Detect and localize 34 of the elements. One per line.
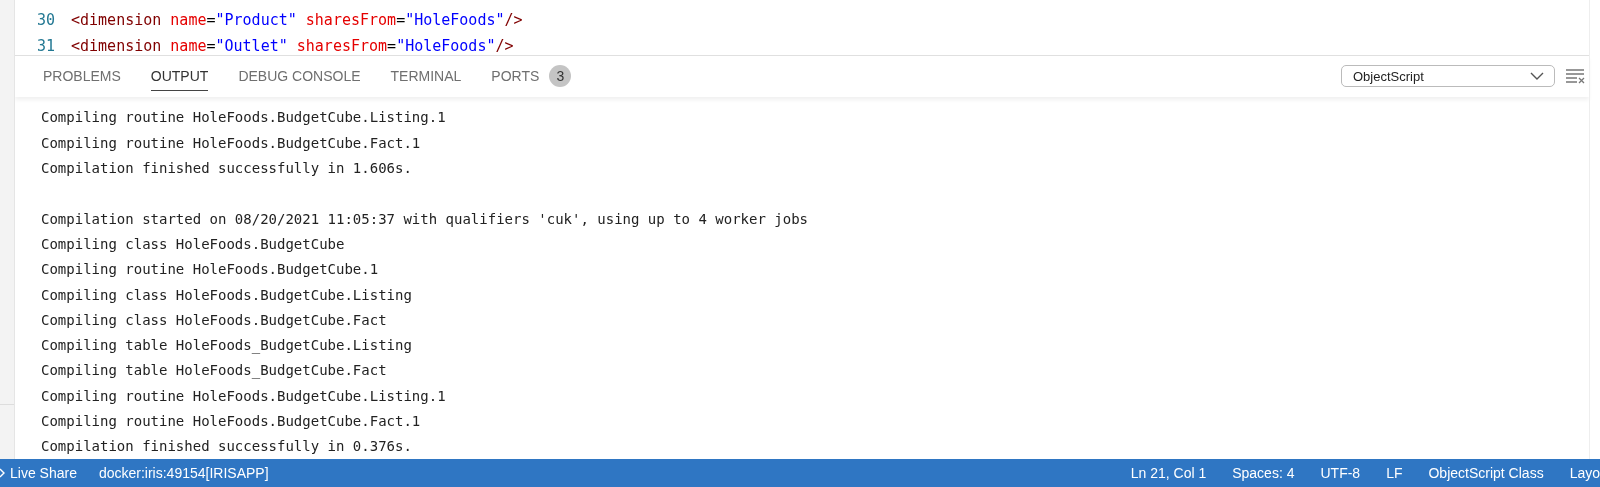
line-number: 31 [35,37,55,55]
output-line: Compilation finished successfully in 0.376s. [41,438,412,455]
code-line: <dimension name="Product" sharesFrom="HoleFoods"/> [71,11,523,29]
count-badge: 3 [549,65,572,88]
clear-output-icon[interactable] [1565,68,1585,85]
output-line: Compiling table HoleFoods_BudgetCube.Fact [41,362,387,379]
code-line: <dimension name="Outlet" sharesFrom="HoleFoods"/> [71,37,514,55]
chevron-down-icon [1530,72,1544,81]
output-line: Compiling routine HoleFoods.BudgetCube.Listing.1 [41,387,446,404]
status-item[interactable]: UTF-8 [1320,465,1361,481]
status-item[interactable]: docker:iris:49154[IRISAPP] [98,465,269,481]
panel-tab[interactable]: PROBLEMS [43,61,121,91]
output-line: Compiling routine HoleFoods.BudgetCube.Fact.1 [41,413,421,430]
output-line: Compiling class HoleFoods.BudgetCube.Fact [41,311,387,328]
output-line: Compiling routine HoleFoods.BudgetCube.1 [41,261,379,278]
output-line: Compiling class HoleFoods.BudgetCube.Listing [41,286,412,303]
status-item[interactable]: Ln 21, Col 1 [1130,465,1207,481]
output-line: Compilation finished successfully in 1.606s. [41,160,412,177]
status-item[interactable]: LF [1386,465,1403,481]
status-item[interactable]: Layo [1569,465,1600,481]
panel-tab[interactable]: TERMINAL [390,61,462,91]
output-line: Compiling table HoleFoods_BudgetCube.Listing [41,337,412,354]
panel-tab[interactable]: DEBUG CONSOLE [238,61,361,91]
output-line: Compiling routine HoleFoods.BudgetCube.Listing.1 [41,109,446,126]
output-channel-dropdown[interactable]: ObjectScript [1341,65,1555,88]
panel-tab[interactable]: PORTS [491,61,540,91]
status-item[interactable]: Live Share [10,465,77,481]
output-line: Compiling routine HoleFoods.BudgetCube.Fact.1 [41,134,421,151]
output-line: Compiling class HoleFoods.BudgetCube [41,235,345,252]
status-item[interactable]: ObjectScript Class [1428,465,1544,481]
output-line: Compilation started on 08/20/2021 11:05:37 with qualifiers 'cuk', using up to 4 worker jobs [41,210,808,227]
line-number: 30 [35,11,55,29]
panel-tab[interactable]: OUTPUT [150,61,209,91]
status-item[interactable]: Spaces: 4 [1232,465,1295,481]
